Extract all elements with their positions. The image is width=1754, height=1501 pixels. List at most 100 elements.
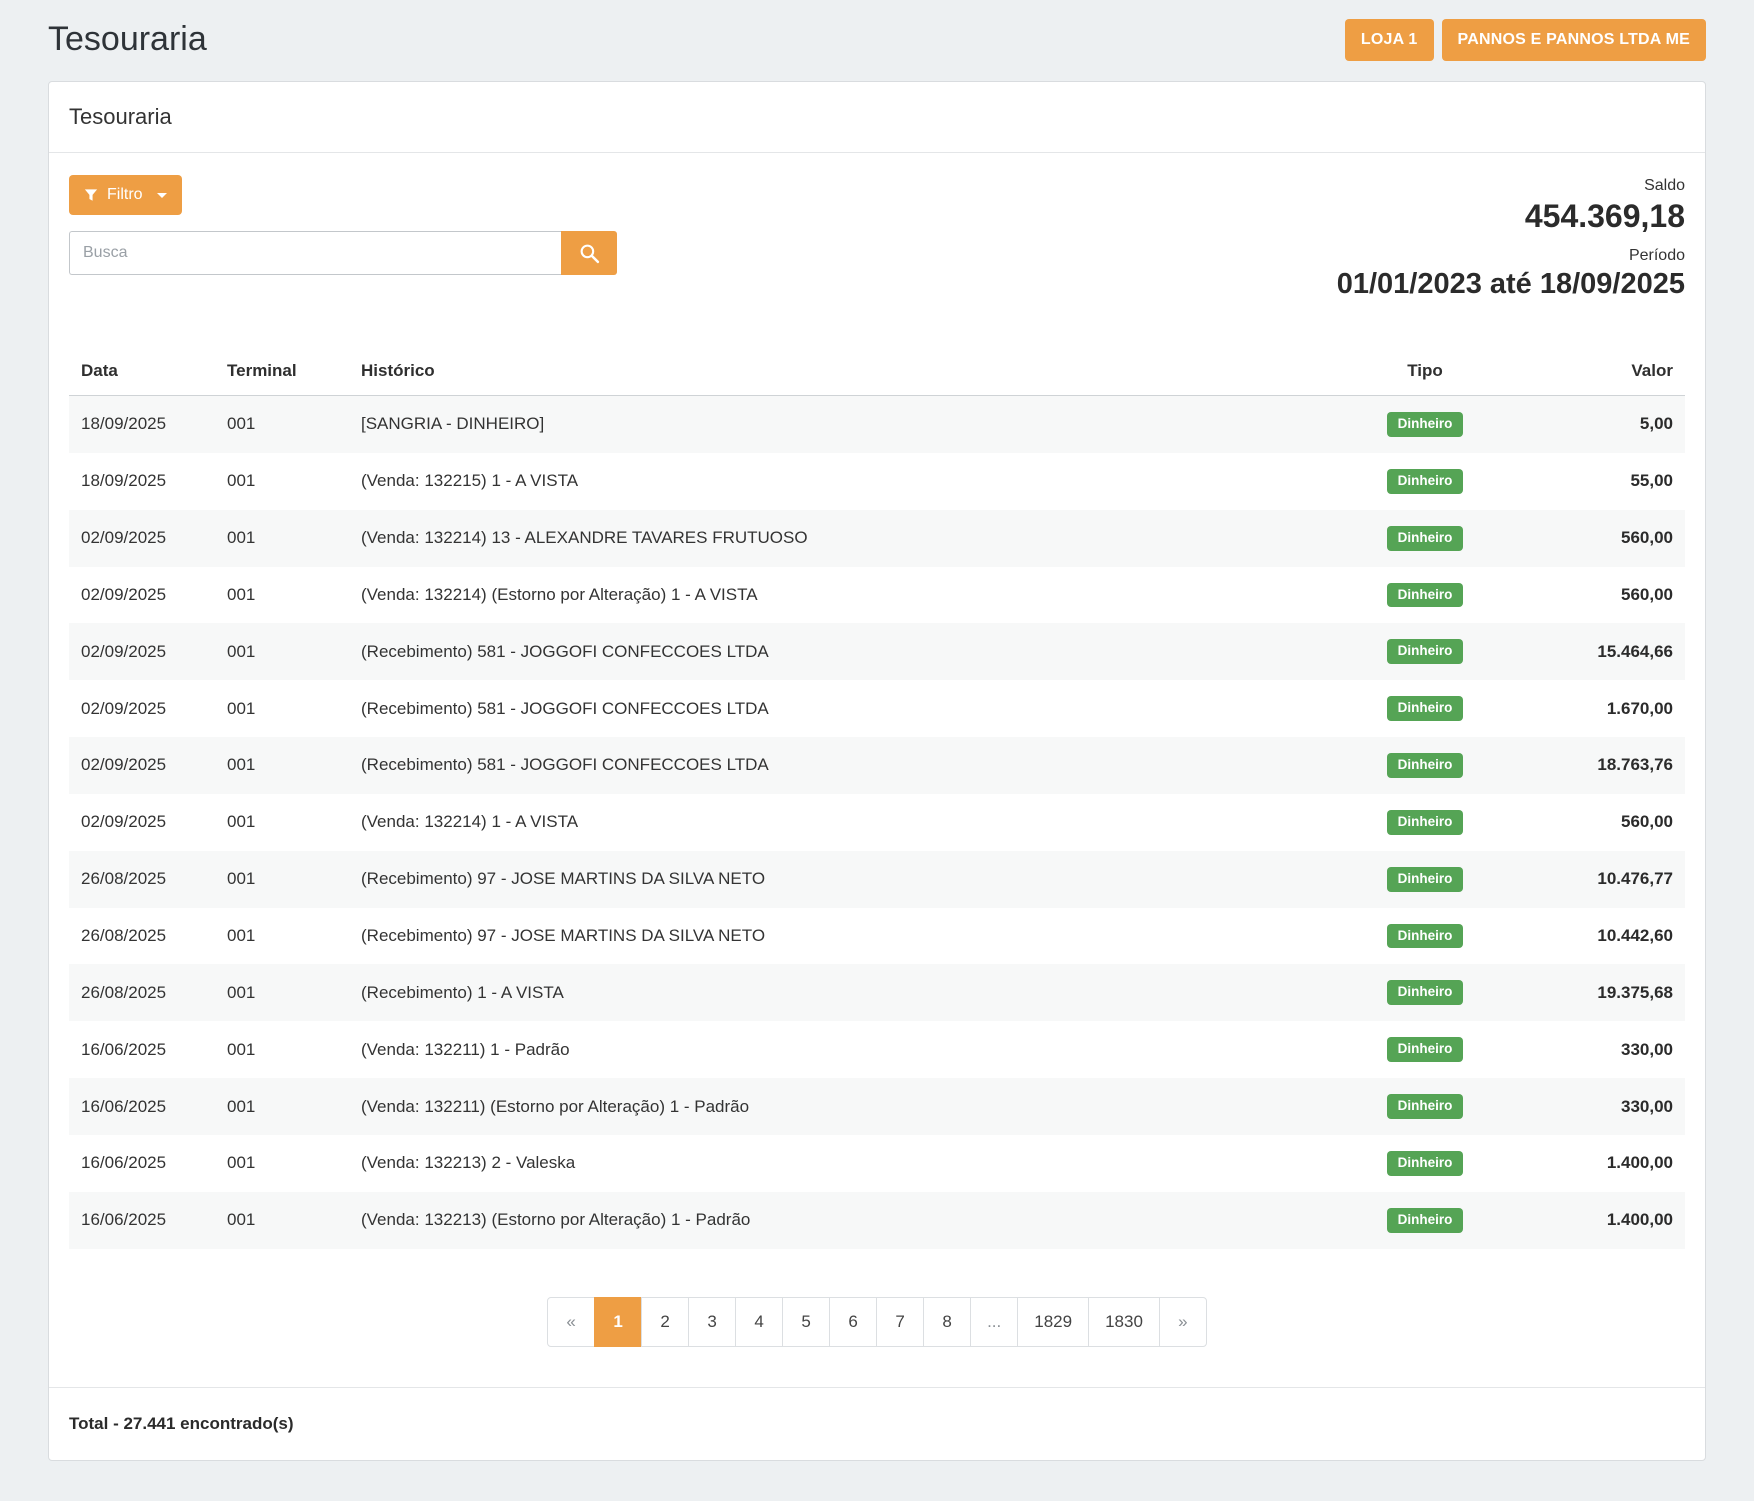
table-row[interactable]: 26/08/2025 001 (Recebimento) 97 - JOSE M… [69,908,1685,965]
cell-valor: 55,00 [1515,453,1685,510]
tipo-badge: Dinheiro [1387,753,1464,778]
table-row[interactable]: 16/06/2025 001 (Venda: 132211) 1 - Padrã… [69,1021,1685,1078]
table-row[interactable]: 02/09/2025 001 (Venda: 132214) (Estorno … [69,567,1685,624]
tipo-badge: Dinheiro [1387,639,1464,664]
cell-valor: 560,00 [1515,567,1685,624]
cell-historico: (Venda: 132214) (Estorno por Alteração) … [349,567,1335,624]
page-7-button[interactable]: 7 [876,1297,924,1347]
cell-terminal: 001 [215,908,349,965]
header-valor: Valor [1515,347,1685,396]
table-row[interactable]: 18/09/2025 001 (Venda: 132215) 1 - A VIS… [69,453,1685,510]
page-4-button[interactable]: 4 [735,1297,783,1347]
table-row[interactable]: 02/09/2025 001 (Recebimento) 581 - JOGGO… [69,680,1685,737]
cell-historico: (Recebimento) 581 - JOGGOFI CONFECCOES L… [349,737,1335,794]
cell-historico: (Venda: 132211) 1 - Padrão [349,1021,1335,1078]
tipo-badge: Dinheiro [1387,924,1464,949]
page: Tesouraria LOJA 1 PANNOS E PANNOS LTDA M… [0,0,1754,1501]
card-footer: Total - 27.441 encontrado(s) [49,1387,1705,1460]
page-1830-button[interactable]: 1830 [1088,1297,1160,1347]
cell-valor: 1.400,00 [1515,1135,1685,1192]
table-row[interactable]: 02/09/2025 001 (Recebimento) 581 - JOGGO… [69,737,1685,794]
cell-terminal: 001 [215,1135,349,1192]
header-historico: Histórico [349,347,1335,396]
cell-valor: 1.670,00 [1515,680,1685,737]
saldo-label: Saldo [1337,177,1685,195]
cell-data: 16/06/2025 [69,1021,215,1078]
cell-historico: (Recebimento) 97 - JOSE MARTINS DA SILVA… [349,851,1335,908]
page-5-button[interactable]: 5 [782,1297,830,1347]
cell-data: 16/06/2025 [69,1192,215,1249]
page-2-button[interactable]: 2 [641,1297,689,1347]
table-row[interactable]: 02/09/2025 001 (Venda: 132214) 13 - ALEX… [69,510,1685,567]
cell-historico: (Venda: 132213) 2 - Valeska [349,1135,1335,1192]
cell-historico: (Venda: 132215) 1 - A VISTA [349,453,1335,510]
cell-tipo: Dinheiro [1335,908,1515,965]
table-row[interactable]: 16/06/2025 001 (Venda: 132213) (Estorno … [69,1192,1685,1249]
cell-terminal: 001 [215,623,349,680]
cell-historico: (Recebimento) 581 - JOGGOFI CONFECCOES L… [349,680,1335,737]
cell-valor: 560,00 [1515,510,1685,567]
company-button[interactable]: PANNOS E PANNOS LTDA ME [1442,19,1706,61]
table-row[interactable]: 26/08/2025 001 (Recebimento) 97 - JOSE M… [69,851,1685,908]
chevron-down-icon [157,193,167,198]
page-1-button[interactable]: 1 [594,1297,642,1347]
card-title: Tesouraria [69,104,172,129]
page-8-button[interactable]: 8 [923,1297,971,1347]
cell-terminal: 001 [215,567,349,624]
cell-data: 26/08/2025 [69,964,215,1021]
page-1829-button[interactable]: 1829 [1017,1297,1089,1347]
cell-data: 18/09/2025 [69,396,215,453]
card-header: Tesouraria [49,82,1705,153]
tipo-badge: Dinheiro [1387,583,1464,608]
cell-terminal: 001 [215,964,349,1021]
summary-panel: Saldo 454.369,18 Período 01/01/2023 até … [1337,175,1685,301]
cell-tipo: Dinheiro [1335,623,1515,680]
cell-tipo: Dinheiro [1335,453,1515,510]
cell-tipo: Dinheiro [1335,510,1515,567]
cell-tipo: Dinheiro [1335,851,1515,908]
page-prev-button[interactable]: « [547,1297,595,1347]
cell-tipo: Dinheiro [1335,737,1515,794]
filter-icon [84,188,98,202]
cell-tipo: Dinheiro [1335,567,1515,624]
page-3-button[interactable]: 3 [688,1297,736,1347]
search-button[interactable] [561,231,617,275]
cell-tipo: Dinheiro [1335,1135,1515,1192]
cell-historico: (Venda: 132213) (Estorno por Alteração) … [349,1192,1335,1249]
card-body: Filtro [49,153,1705,1387]
table-row[interactable]: 18/09/2025 001 [SANGRIA - DINHEIRO] Dinh… [69,396,1685,453]
cell-data: 02/09/2025 [69,567,215,624]
cell-data: 02/09/2025 [69,510,215,567]
tipo-badge: Dinheiro [1387,1094,1464,1119]
table-row[interactable]: 02/09/2025 001 (Venda: 132214) 1 - A VIS… [69,794,1685,851]
tesouraria-card: Tesouraria Filtro [48,81,1706,1461]
cell-historico: (Recebimento) 581 - JOGGOFI CONFECCOES L… [349,623,1335,680]
header-terminal: Terminal [215,347,349,396]
store-button[interactable]: LOJA 1 [1345,19,1434,61]
cell-data: 18/09/2025 [69,453,215,510]
cell-data: 02/09/2025 [69,623,215,680]
table-row[interactable]: 26/08/2025 001 (Recebimento) 1 - A VISTA… [69,964,1685,1021]
tipo-badge: Dinheiro [1387,1151,1464,1176]
tipo-badge: Dinheiro [1387,1037,1464,1062]
page-next-button[interactable]: » [1159,1297,1207,1347]
cell-data: 02/09/2025 [69,737,215,794]
cell-data: 02/09/2025 [69,680,215,737]
cell-valor: 10.442,60 [1515,908,1685,965]
search-input[interactable] [69,231,561,275]
table-row[interactable]: 16/06/2025 001 (Venda: 132213) 2 - Vales… [69,1135,1685,1192]
table-row[interactable]: 02/09/2025 001 (Recebimento) 581 - JOGGO… [69,623,1685,680]
cell-valor: 5,00 [1515,396,1685,453]
table-row[interactable]: 16/06/2025 001 (Venda: 132211) (Estorno … [69,1078,1685,1135]
page-6-button[interactable]: 6 [829,1297,877,1347]
cell-valor: 10.476,77 [1515,851,1685,908]
periodo-label: Período [1337,247,1685,265]
cell-terminal: 001 [215,794,349,851]
cell-data: 26/08/2025 [69,908,215,965]
cell-valor: 19.375,68 [1515,964,1685,1021]
cell-historico: (Venda: 132214) 13 - ALEXANDRE TAVARES F… [349,510,1335,567]
cell-terminal: 001 [215,851,349,908]
cell-terminal: 001 [215,1021,349,1078]
cell-tipo: Dinheiro [1335,1078,1515,1135]
filter-button[interactable]: Filtro [69,175,182,215]
